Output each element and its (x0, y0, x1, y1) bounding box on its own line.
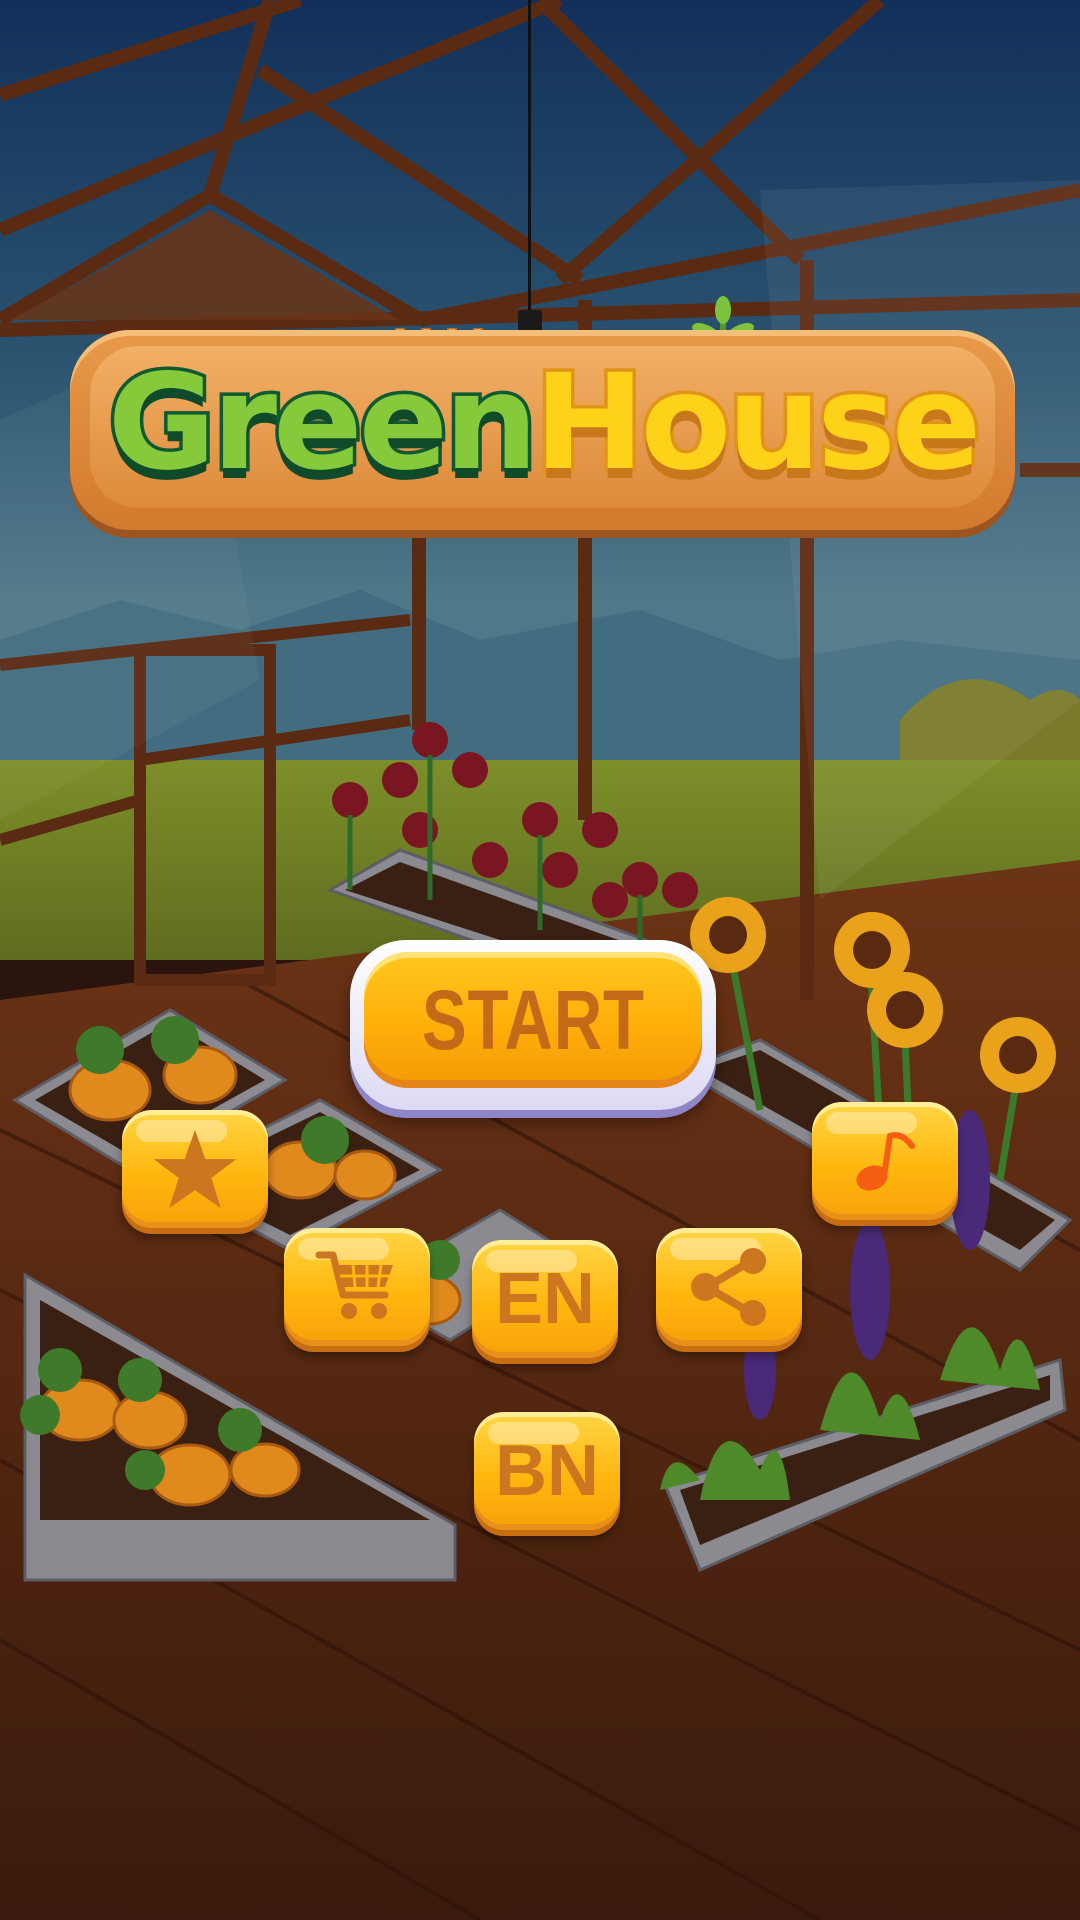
title-sign: GreenHouse (70, 330, 1015, 530)
language-en-label: EN (494, 1259, 596, 1339)
star-icon (153, 1129, 237, 1209)
share-icon (691, 1248, 766, 1326)
share-button[interactable] (656, 1228, 802, 1346)
language-bn-button[interactable]: BN (474, 1412, 620, 1530)
title-house: House (531, 345, 985, 502)
start-label: START (421, 972, 645, 1067)
lamp-cord (528, 0, 531, 315)
music-note-icon (856, 1132, 915, 1191)
start-button-face: START (364, 952, 702, 1088)
game-title: GreenHouse (70, 345, 1015, 502)
shop-button[interactable] (284, 1228, 430, 1346)
music-button[interactable] (812, 1102, 958, 1220)
shopping-cart-icon (315, 1251, 393, 1319)
language-en-button[interactable]: EN (472, 1240, 618, 1358)
title-green: Green (104, 345, 541, 502)
rate-button[interactable] (122, 1110, 268, 1228)
language-bn-label: BN (495, 1431, 599, 1511)
start-button[interactable]: START (350, 940, 716, 1110)
